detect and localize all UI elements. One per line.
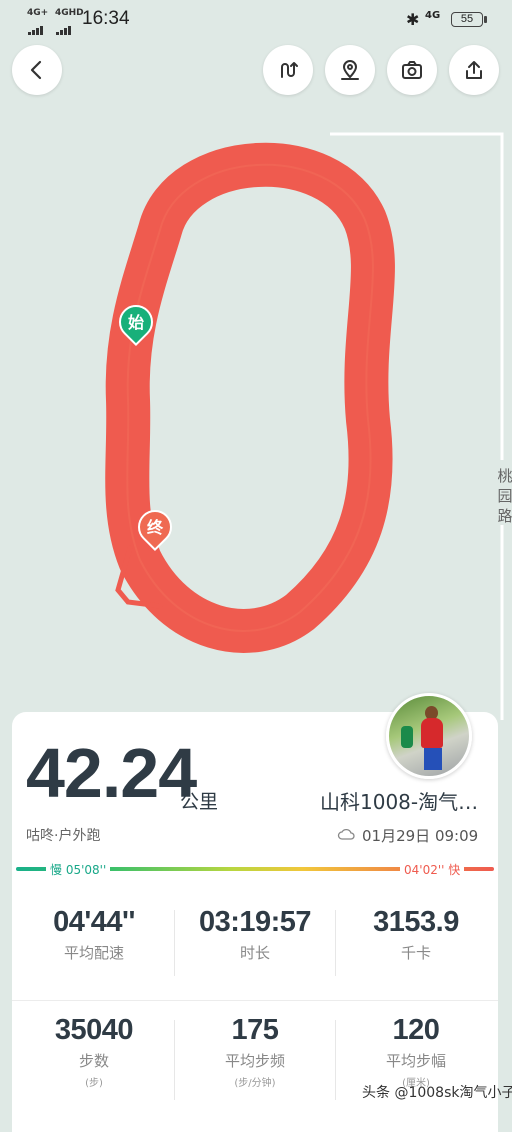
- back-button[interactable]: [12, 45, 62, 95]
- route-replay-button[interactable]: [263, 45, 313, 95]
- stat-value: 175: [231, 1014, 279, 1046]
- avatar-photo-detail: [421, 718, 443, 748]
- stat-value: 3153.9: [373, 906, 459, 938]
- chevron-left-icon: [30, 60, 42, 80]
- stat-unit: (步): [85, 1078, 103, 1089]
- battery-icon: 55: [451, 12, 487, 27]
- distance-unit: 公里: [180, 791, 219, 813]
- stat-label: 平均步频: [224, 1052, 285, 1070]
- route-track: [105, 142, 395, 653]
- stat-steps: 35040 步数 (步): [14, 1014, 174, 1089]
- end-marker-label: 终: [146, 518, 163, 537]
- bluetooth-icon: ✱: [406, 10, 420, 29]
- stat-stride: 120 平均步幅 (厘米): [336, 1014, 496, 1089]
- camera-button[interactable]: [387, 45, 437, 95]
- route-line: [105, 142, 395, 653]
- pace-fast-label: 04'02'' 快: [400, 861, 465, 878]
- avatar-photo-detail: [424, 748, 442, 770]
- watermark: 头条 @1008sk淘气小子: [362, 1085, 512, 1101]
- stat-calories: 3153.9 千卡: [336, 906, 496, 963]
- stat-value: 03:19:57: [198, 906, 312, 938]
- workout-summary-card: 42.24 公里 山科1008-淘气… 咕咚·户外跑 01月29日 09:09 …: [12, 693, 498, 1132]
- sport-type: 咕咚·户外跑: [26, 828, 101, 844]
- signal-icon: [28, 16, 50, 35]
- location-button[interactable]: [325, 45, 375, 95]
- stat-unit: (步/分钟): [234, 1078, 276, 1089]
- stat-value: 35040: [54, 1014, 134, 1046]
- road-label: 桃园路: [497, 467, 512, 525]
- status-bar: 4G+ 4GHD 16:34 ✱ 4G 55: [0, 0, 512, 40]
- share-icon: [466, 61, 482, 79]
- username[interactable]: 山科1008-淘气…: [320, 786, 478, 815]
- distance-value: 42.24: [26, 734, 197, 812]
- pace-slow-label: 慢 05'08'': [46, 861, 111, 878]
- clock: 16:34: [82, 8, 130, 29]
- start-marker-label: 始: [127, 313, 144, 332]
- route-icon: [281, 62, 298, 78]
- stat-value: 04'44'': [53, 906, 135, 938]
- stat-label: 平均步幅: [385, 1052, 446, 1070]
- stat-duration: 03:19:57 时长: [175, 906, 335, 963]
- row-divider: [12, 1000, 498, 1001]
- stat-value: 120: [392, 1014, 440, 1046]
- network-indicator-3: 4G: [425, 10, 441, 21]
- signal-icon-2: [56, 16, 78, 35]
- camera-icon: [402, 61, 422, 79]
- map-canvas: [105, 132, 504, 720]
- share-button[interactable]: [449, 45, 499, 95]
- route-map[interactable]: 桃园路: [0, 0, 512, 760]
- end-marker[interactable]: 终: [130, 502, 180, 552]
- avatar[interactable]: [386, 693, 472, 779]
- stat-avg-pace: 04'44'' 平均配速: [14, 906, 174, 963]
- stat-cadence: 175 平均步频 (步/分钟): [175, 1014, 335, 1089]
- stat-label: 千卡: [400, 944, 431, 962]
- avatar-photo-detail: [401, 726, 413, 748]
- stat-label: 步数: [78, 1052, 109, 1070]
- stat-label: 时长: [239, 944, 270, 962]
- start-marker[interactable]: 始: [111, 297, 161, 347]
- stat-label: 平均配速: [63, 944, 124, 962]
- cloud-icon: [337, 828, 355, 840]
- map-pin-icon: [341, 59, 359, 80]
- workout-datetime: 01月29日 09:09: [362, 827, 479, 845]
